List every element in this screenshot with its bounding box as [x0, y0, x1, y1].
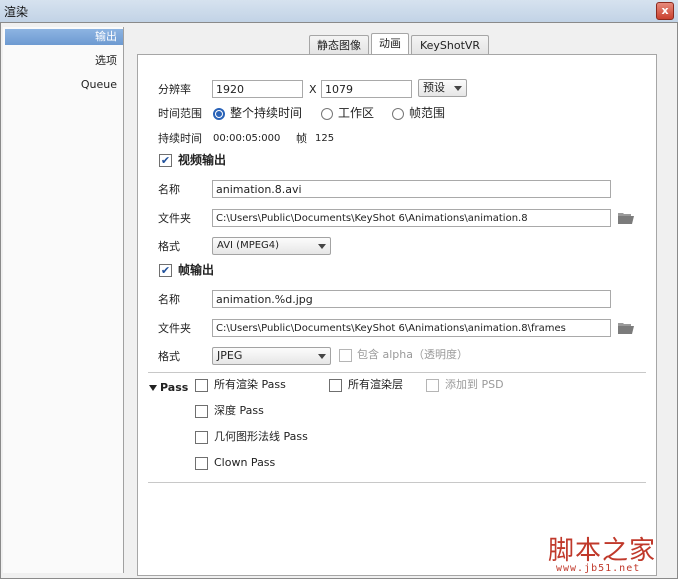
all-render-passes-label: 所有渲染 Pass: [214, 378, 286, 391]
radio-frame-range-label: 帧范围: [409, 106, 446, 120]
depth-pass-label: 深度 Pass: [214, 404, 264, 417]
clown-pass-label: Clown Pass: [214, 456, 276, 469]
sidebar-item-output[interactable]: 输出: [5, 29, 123, 45]
radio-full-duration-label: 整个持续时间: [230, 106, 303, 120]
tab-keyshotvr[interactable]: KeyShotVR: [411, 35, 489, 56]
frame-output-label: 帧输出: [178, 263, 215, 277]
close-icon: x: [661, 4, 669, 17]
frame-output-checkbox[interactable]: ✔: [159, 264, 172, 277]
all-render-layers-checkbox[interactable]: [329, 379, 342, 392]
collapse-triangle-icon[interactable]: [149, 385, 157, 391]
sidebar: 输出 选项 Queue: [3, 27, 124, 573]
all-render-layers-label: 所有渲染层: [348, 378, 403, 391]
chevron-down-icon: [454, 86, 462, 91]
time-range-label: 时间范围: [158, 107, 202, 120]
depth-pass-checkbox[interactable]: [195, 405, 208, 418]
folder-icon[interactable]: [618, 322, 634, 334]
radio-work-area[interactable]: [321, 108, 333, 120]
watermark-url: www.jb51.net: [556, 563, 641, 574]
width-input[interactable]: 1920: [212, 80, 303, 98]
video-format-label: 格式: [158, 240, 180, 253]
video-output-checkbox[interactable]: ✔: [159, 154, 172, 167]
video-name-input[interactable]: animation.8.avi: [212, 180, 611, 198]
include-alpha-checkbox[interactable]: [339, 349, 352, 362]
all-render-passes-checkbox[interactable]: [195, 379, 208, 392]
video-format-value: AVI (MPEG4): [217, 240, 280, 251]
divider: [148, 372, 646, 373]
duration-value: 00:00:05:000: [213, 133, 281, 144]
sidebar-item-queue[interactable]: Queue: [81, 77, 117, 93]
radio-full-duration[interactable]: [213, 108, 225, 120]
tab-animation[interactable]: 动画: [371, 33, 409, 56]
video-output-label: 视频输出: [178, 153, 227, 167]
frame-format-dropdown[interactable]: JPEG: [212, 347, 331, 365]
add-to-psd-label: 添加到 PSD: [445, 378, 504, 391]
animation-panel: 分辨率 1920 X 1079 预设 时间范围 整个持续时间 工作区 帧范围 持…: [137, 54, 657, 576]
frames-label: 帧: [296, 132, 307, 145]
watermark-logo: 脚本之家: [548, 536, 657, 566]
preset-dropdown[interactable]: 预设: [418, 79, 467, 97]
resolution-x-label: X: [309, 83, 317, 96]
chevron-down-icon: [318, 354, 326, 359]
frame-format-value: JPEG: [217, 349, 243, 362]
frame-name-label: 名称: [158, 293, 180, 306]
frame-format-label: 格式: [158, 350, 180, 363]
video-folder-input[interactable]: C:\Users\Public\Documents\KeyShot 6\Anim…: [212, 209, 611, 227]
frames-count: 125: [315, 133, 335, 144]
video-name-label: 名称: [158, 183, 180, 196]
radio-work-area-label: 工作区: [338, 106, 375, 120]
sidebar-item-options[interactable]: 选项: [95, 53, 117, 69]
folder-icon[interactable]: [618, 212, 634, 224]
dialog-frame: 输出 选项 Queue 静态图像 动画 KeyShotVR 分辨率 1920 X…: [0, 22, 678, 579]
divider: [148, 482, 646, 483]
duration-label: 持续时间: [158, 132, 202, 145]
add-to-psd-checkbox[interactable]: [426, 379, 439, 392]
frame-folder-label: 文件夹: [158, 322, 191, 335]
normals-pass-checkbox[interactable]: [195, 431, 208, 444]
clown-pass-checkbox[interactable]: [195, 457, 208, 470]
preset-label: 预设: [423, 81, 445, 94]
resolution-label: 分辨率: [158, 83, 191, 96]
frame-folder-input[interactable]: C:\Users\Public\Documents\KeyShot 6\Anim…: [212, 319, 611, 337]
chevron-down-icon: [318, 244, 326, 249]
window-title: 渲染: [4, 5, 29, 19]
tab-still-image[interactable]: 静态图像: [309, 35, 369, 56]
video-folder-label: 文件夹: [158, 212, 191, 225]
normals-pass-label: 几何图形法线 Pass: [214, 430, 308, 443]
video-format-dropdown[interactable]: AVI (MPEG4): [212, 237, 331, 255]
height-input[interactable]: 1079: [321, 80, 412, 98]
pass-label: Pass: [160, 381, 189, 394]
title-bar: 渲染 x: [0, 0, 678, 23]
radio-frame-range[interactable]: [392, 108, 404, 120]
close-button[interactable]: x: [656, 2, 674, 20]
frame-name-input[interactable]: animation.%d.jpg: [212, 290, 611, 308]
include-alpha-label: 包含 alpha（透明度）: [357, 348, 468, 361]
